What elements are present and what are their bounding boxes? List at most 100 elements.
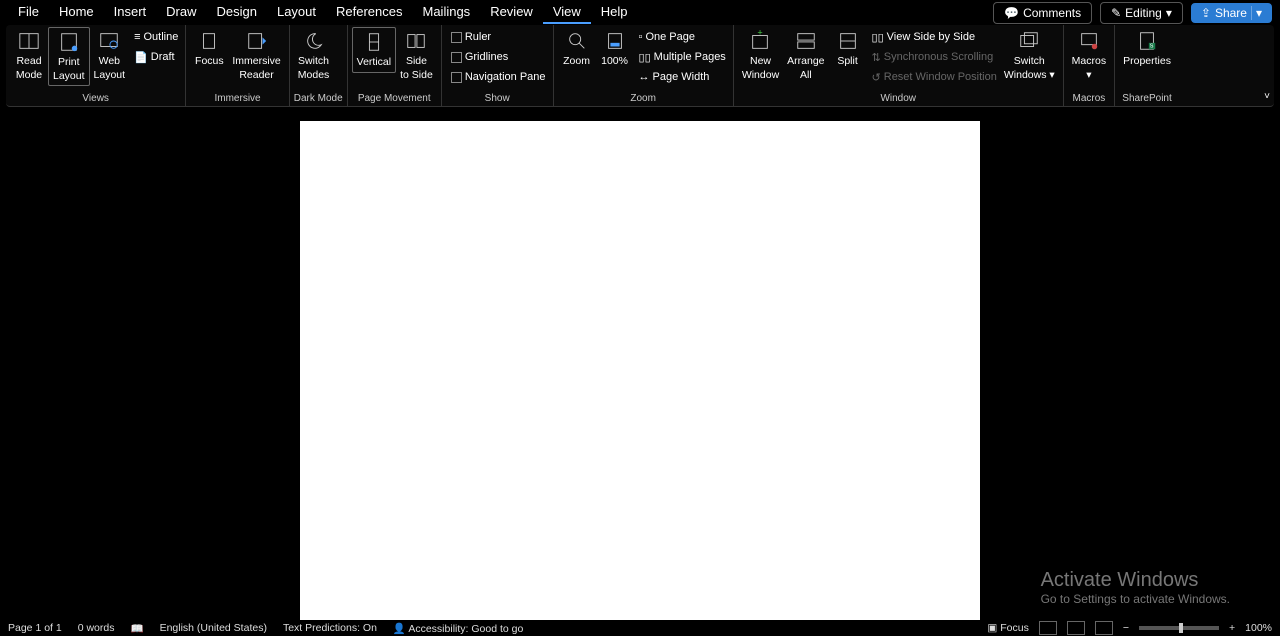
tab-draw[interactable]: Draw xyxy=(156,1,206,24)
accessibility-status[interactable]: 👤 Accessibility: Good to go xyxy=(393,622,523,635)
comment-icon: 💬 xyxy=(1004,6,1019,20)
arrange-all-button[interactable]: ArrangeAll xyxy=(783,27,828,84)
read-mode-view-button[interactable] xyxy=(1039,621,1057,635)
group-macros: Macros▾ Macros xyxy=(1064,25,1115,106)
switch-modes-button[interactable]: SwitchModes xyxy=(294,27,334,84)
outline-button[interactable]: ≡ Outline xyxy=(131,27,181,47)
side-to-side-label: Sideto Side xyxy=(400,55,433,82)
focus-mode-button[interactable]: ▣ Focus xyxy=(987,622,1028,634)
outline-icon: ≡ xyxy=(134,31,140,43)
group-immersive: Focus ImmersiveReader Immersive xyxy=(186,25,289,106)
text-predictions-status[interactable]: Text Predictions: On xyxy=(283,622,377,634)
reset-window-position-button: ↺Reset Window Position xyxy=(869,67,1000,87)
tab-view[interactable]: View xyxy=(543,1,591,24)
immersive-group-label: Immersive xyxy=(190,93,284,106)
focus-icon: ▣ xyxy=(987,622,997,634)
zoom-100-label: 100% xyxy=(601,55,628,69)
multiple-pages-button[interactable]: ▯▯Multiple Pages xyxy=(636,47,729,67)
tab-insert[interactable]: Insert xyxy=(104,1,157,24)
split-button[interactable]: Split xyxy=(829,27,867,71)
document-page[interactable] xyxy=(300,121,980,620)
tab-help[interactable]: Help xyxy=(591,1,638,24)
zoom-in-button[interactable]: + xyxy=(1229,622,1235,634)
editing-button[interactable]: ✎ Editing ▾ xyxy=(1100,2,1183,24)
watermark-subtitle: Go to Settings to activate Windows. xyxy=(1041,592,1230,606)
dark-mode-group-label: Dark Mode xyxy=(294,93,343,106)
chevron-down-icon: ▾ xyxy=(1251,6,1262,20)
language-status[interactable]: English (United States) xyxy=(160,622,267,634)
print-layout-view-button[interactable] xyxy=(1067,621,1085,635)
immersive-reader-button[interactable]: ImmersiveReader xyxy=(228,27,284,84)
immersive-reader-label: ImmersiveReader xyxy=(232,55,280,82)
split-icon xyxy=(836,29,860,53)
checkbox-icon xyxy=(451,72,462,83)
word-count-status[interactable]: 0 words xyxy=(78,622,115,634)
tab-file[interactable]: File xyxy=(8,1,49,24)
group-show: Ruler Gridlines Navigation Pane Show xyxy=(442,25,554,106)
group-dark-mode: SwitchModes Dark Mode xyxy=(290,25,348,106)
switch-windows-label: SwitchWindows ▾ xyxy=(1004,55,1055,82)
share-icon: ⇪ xyxy=(1201,6,1211,20)
draft-button[interactable]: 📄 Draft xyxy=(131,47,181,67)
gridlines-checkbox[interactable]: Gridlines xyxy=(448,47,549,67)
switch-windows-button[interactable]: SwitchWindows ▾ xyxy=(1000,27,1059,84)
tabs-row: File Home Insert Draw Design Layout Refe… xyxy=(0,0,1280,25)
show-group-label: Show xyxy=(446,93,549,106)
share-button[interactable]: ⇪ Share ▾ xyxy=(1191,3,1272,23)
outline-label: Outline xyxy=(143,31,178,43)
new-window-button[interactable]: + NewWindow xyxy=(738,27,783,84)
zoom-button[interactable]: Zoom xyxy=(558,27,596,71)
zoom-100-button[interactable]: 100% xyxy=(596,27,634,71)
spelling-icon[interactable]: 📖 xyxy=(130,622,143,635)
view-side-by-side-button[interactable]: ▯▯View Side by Side xyxy=(869,27,1000,47)
macros-button[interactable]: Macros▾ xyxy=(1068,27,1110,84)
group-page-movement: Vertical Sideto Side Page Movement xyxy=(348,25,442,106)
comments-button[interactable]: 💬 Comments xyxy=(993,2,1092,24)
page-width-button[interactable]: ↔Page Width xyxy=(636,67,729,87)
tab-mailings[interactable]: Mailings xyxy=(413,1,481,24)
tab-design[interactable]: Design xyxy=(207,1,267,24)
one-page-button[interactable]: ▫One Page xyxy=(636,27,729,47)
page-movement-group-label: Page Movement xyxy=(352,93,437,106)
properties-button[interactable]: S Properties xyxy=(1119,27,1175,71)
tab-references[interactable]: References xyxy=(326,1,412,24)
multiple-pages-label: Multiple Pages xyxy=(654,51,726,63)
focus-button[interactable]: Focus xyxy=(190,27,228,71)
views-group-label: Views xyxy=(10,93,181,106)
immersive-reader-icon xyxy=(245,29,269,53)
page-number-status[interactable]: Page 1 of 1 xyxy=(8,622,62,634)
group-views: ReadMode PrintLayout WebLayout ≡ Outline… xyxy=(6,25,186,106)
multiple-pages-icon: ▯▯ xyxy=(639,51,651,64)
editing-label: Editing xyxy=(1125,6,1162,20)
side-to-side-icon xyxy=(404,29,428,53)
ribbon: ReadMode PrintLayout WebLayout ≡ Outline… xyxy=(6,25,1274,107)
tabs-left: File Home Insert Draw Design Layout Refe… xyxy=(8,1,638,24)
tab-home[interactable]: Home xyxy=(49,1,104,24)
side-to-side-button[interactable]: Sideto Side xyxy=(396,27,437,84)
tab-layout[interactable]: Layout xyxy=(267,1,326,24)
group-window: + NewWindow ArrangeAll Split ▯▯View Side… xyxy=(734,25,1064,106)
vertical-icon xyxy=(362,30,386,54)
macros-icon xyxy=(1077,29,1101,53)
share-label: Share xyxy=(1215,6,1247,20)
vertical-button[interactable]: Vertical xyxy=(352,27,396,73)
svg-text:+: + xyxy=(758,30,763,38)
view-side-by-side-label: View Side by Side xyxy=(887,31,975,43)
collapse-ribbon-button[interactable]: ˅ xyxy=(1264,91,1270,102)
print-layout-button[interactable]: PrintLayout xyxy=(48,27,90,86)
page-width-icon: ↔ xyxy=(639,71,650,83)
web-layout-view-button[interactable] xyxy=(1095,621,1113,635)
svg-text:S: S xyxy=(1150,43,1154,49)
checkbox-icon xyxy=(451,32,462,43)
read-mode-button[interactable]: ReadMode xyxy=(10,27,48,84)
tab-review[interactable]: Review xyxy=(480,1,543,24)
zoom-slider[interactable] xyxy=(1139,626,1219,630)
navigation-pane-checkbox[interactable]: Navigation Pane xyxy=(448,67,549,87)
arrange-all-label: ArrangeAll xyxy=(787,55,824,82)
ruler-checkbox[interactable]: Ruler xyxy=(448,27,549,47)
reset-window-position-label: Reset Window Position xyxy=(884,71,997,83)
web-layout-button[interactable]: WebLayout xyxy=(90,27,130,84)
zoom-out-button[interactable]: − xyxy=(1123,622,1129,634)
web-layout-label: WebLayout xyxy=(94,55,126,82)
zoom-level-status[interactable]: 100% xyxy=(1245,622,1272,634)
